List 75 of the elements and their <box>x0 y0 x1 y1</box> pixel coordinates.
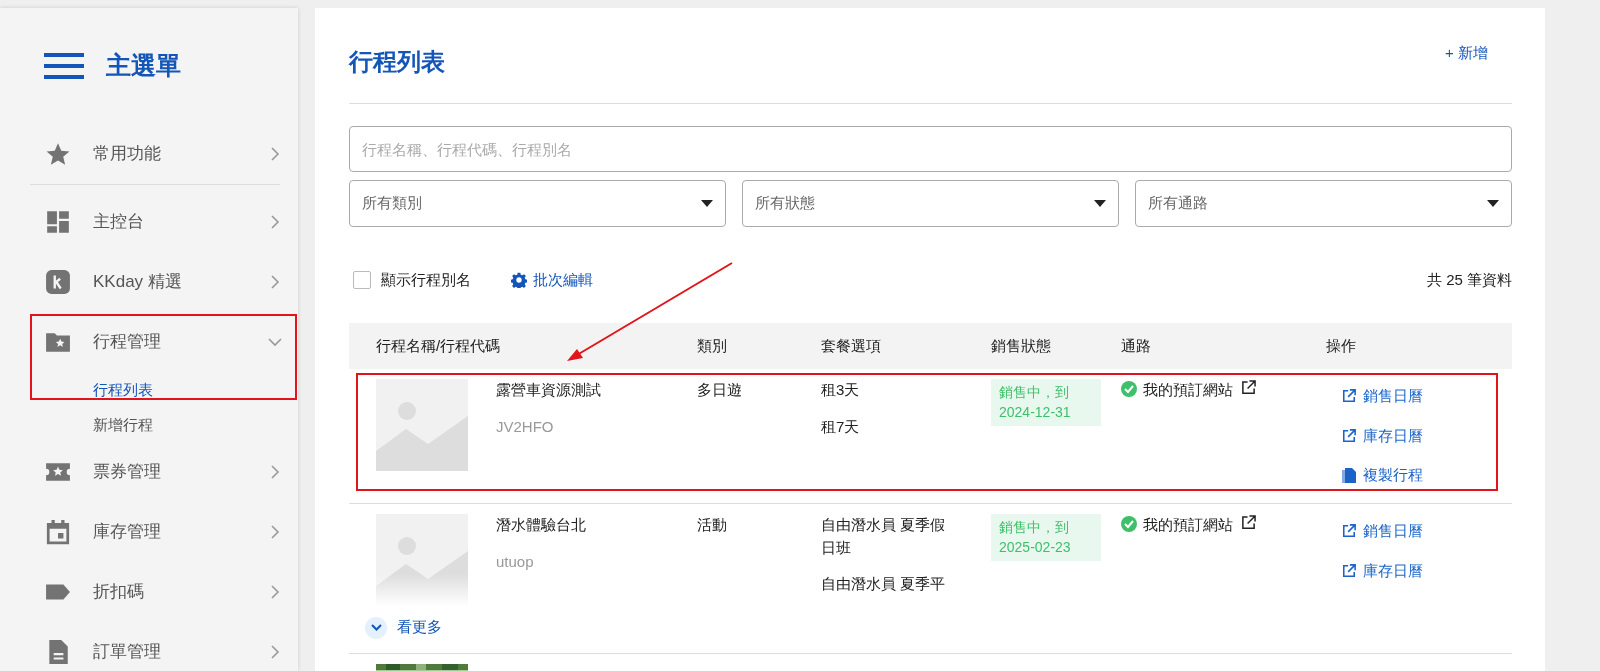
menu-icon[interactable] <box>44 53 84 79</box>
external-link-icon <box>1342 563 1356 578</box>
package-option: 租3天 <box>821 379 951 402</box>
sidebar-item[interactable]: 庫存管理 <box>30 502 298 562</box>
menu-title: 主選單 <box>106 50 181 82</box>
package-option: 自由潛水員 夏季平 <box>821 573 951 596</box>
checkbox-label: 顯示行程別名 <box>381 269 471 290</box>
status-badge: 銷售中，到 2025-02-23 <box>991 514 1101 562</box>
sidebar-subitem[interactable]: 新增行程 <box>30 407 298 442</box>
trip-code: utuop <box>496 551 535 572</box>
filter-dropdown[interactable]: 所有狀態 <box>742 180 1119 227</box>
add-button[interactable]: + 新增 <box>1439 40 1494 66</box>
caret-icon <box>1487 200 1499 207</box>
column-header: 類別 <box>697 335 728 356</box>
action-link[interactable]: 銷售日曆 <box>1342 385 1512 408</box>
trip-code: JV2HFO <box>496 416 555 437</box>
trip-name: 潛水體驗台北 <box>496 516 586 533</box>
chevron-right-icon <box>268 215 282 229</box>
calendar-icon <box>45 519 71 545</box>
category-cell-text: 多日遊 <box>697 380 743 400</box>
show-more-button[interactable]: 看更多 <box>365 612 697 643</box>
filter-dropdown[interactable]: 所有通路 <box>1135 180 1512 227</box>
sidebar-item[interactable]: 常用功能 <box>30 124 298 184</box>
column-header: 通路 <box>1121 335 1152 356</box>
chevron-down-icon <box>370 624 382 631</box>
page-title: 行程列表 <box>349 46 445 77</box>
star-icon <box>45 141 71 167</box>
chevron-down-icon <box>268 335 282 349</box>
search-field[interactable]: 行程名稱、行程代碼、行程別名 <box>349 126 1512 172</box>
column-header: 操作 <box>1326 335 1357 356</box>
checkbox[interactable] <box>353 271 371 289</box>
trip-name: 露營車資源測試 <box>496 381 601 398</box>
caret-icon <box>1094 200 1106 207</box>
category-cell-text: 活動 <box>697 515 728 535</box>
check-circle-icon <box>1121 516 1137 532</box>
chevron-right-icon <box>268 525 282 539</box>
action-link[interactable]: 庫存日曆 <box>1342 559 1512 582</box>
sidebar-item[interactable]: 票券管理 <box>30 442 298 502</box>
column-header: 銷售狀態 <box>991 335 1052 356</box>
action-link[interactable]: 庫存日曆 <box>1342 424 1512 447</box>
external-link-icon <box>1342 428 1356 443</box>
external-link-icon <box>1342 389 1356 404</box>
action-link[interactable]: 銷售日曆 <box>1342 520 1512 543</box>
sidebar-item[interactable]: 折扣碼 <box>30 562 298 622</box>
channel-name: 我的預訂網站 <box>1143 515 1233 535</box>
sidebar-item[interactable]: 主控台 <box>30 192 298 252</box>
letter-k-icon <box>45 269 71 295</box>
action-link[interactable]: 複製行程 <box>1342 464 1512 487</box>
chevron-right-icon <box>268 585 282 599</box>
channel-name: 我的預訂網站 <box>1143 380 1233 400</box>
chevron-right-icon <box>268 645 282 659</box>
image-placeholder-icon <box>376 379 468 471</box>
chevron-right-icon <box>268 275 282 289</box>
check-circle-icon <box>1121 381 1137 397</box>
chevron-right-icon <box>268 465 282 479</box>
column-header: 套餐選項 <box>821 335 882 356</box>
record-count: 共 25 筆資料 <box>1426 269 1512 290</box>
status-badge: 銷售中，到 2024-12-31 <box>991 379 1101 427</box>
external-link-icon <box>1342 524 1356 539</box>
batch-edit-button[interactable]: 批次編輯 <box>511 268 593 292</box>
external-link-icon[interactable] <box>1241 380 1256 395</box>
gear-icon <box>511 272 527 288</box>
external-link-icon[interactable] <box>1241 515 1256 530</box>
copy-icon <box>1342 467 1356 483</box>
dashboard-icon <box>45 209 71 235</box>
chevron-right-icon <box>268 147 282 161</box>
package-option: 自由潛水員 夏季假日班 <box>821 514 951 559</box>
caret-icon <box>701 200 713 207</box>
column-header: 行程名稱/行程代碼 <box>375 335 502 356</box>
package-option: 租7天 <box>821 415 951 438</box>
filter-dropdown[interactable]: 所有類別 <box>349 180 726 227</box>
sidebar-item[interactable]: KKday 精選 <box>30 252 298 312</box>
sidebar-item[interactable]: 行程管理 <box>30 312 298 372</box>
sidebar-item[interactable]: 訂單管理 <box>30 622 298 671</box>
sidebar-subitem[interactable]: 行程列表 <box>30 372 298 407</box>
